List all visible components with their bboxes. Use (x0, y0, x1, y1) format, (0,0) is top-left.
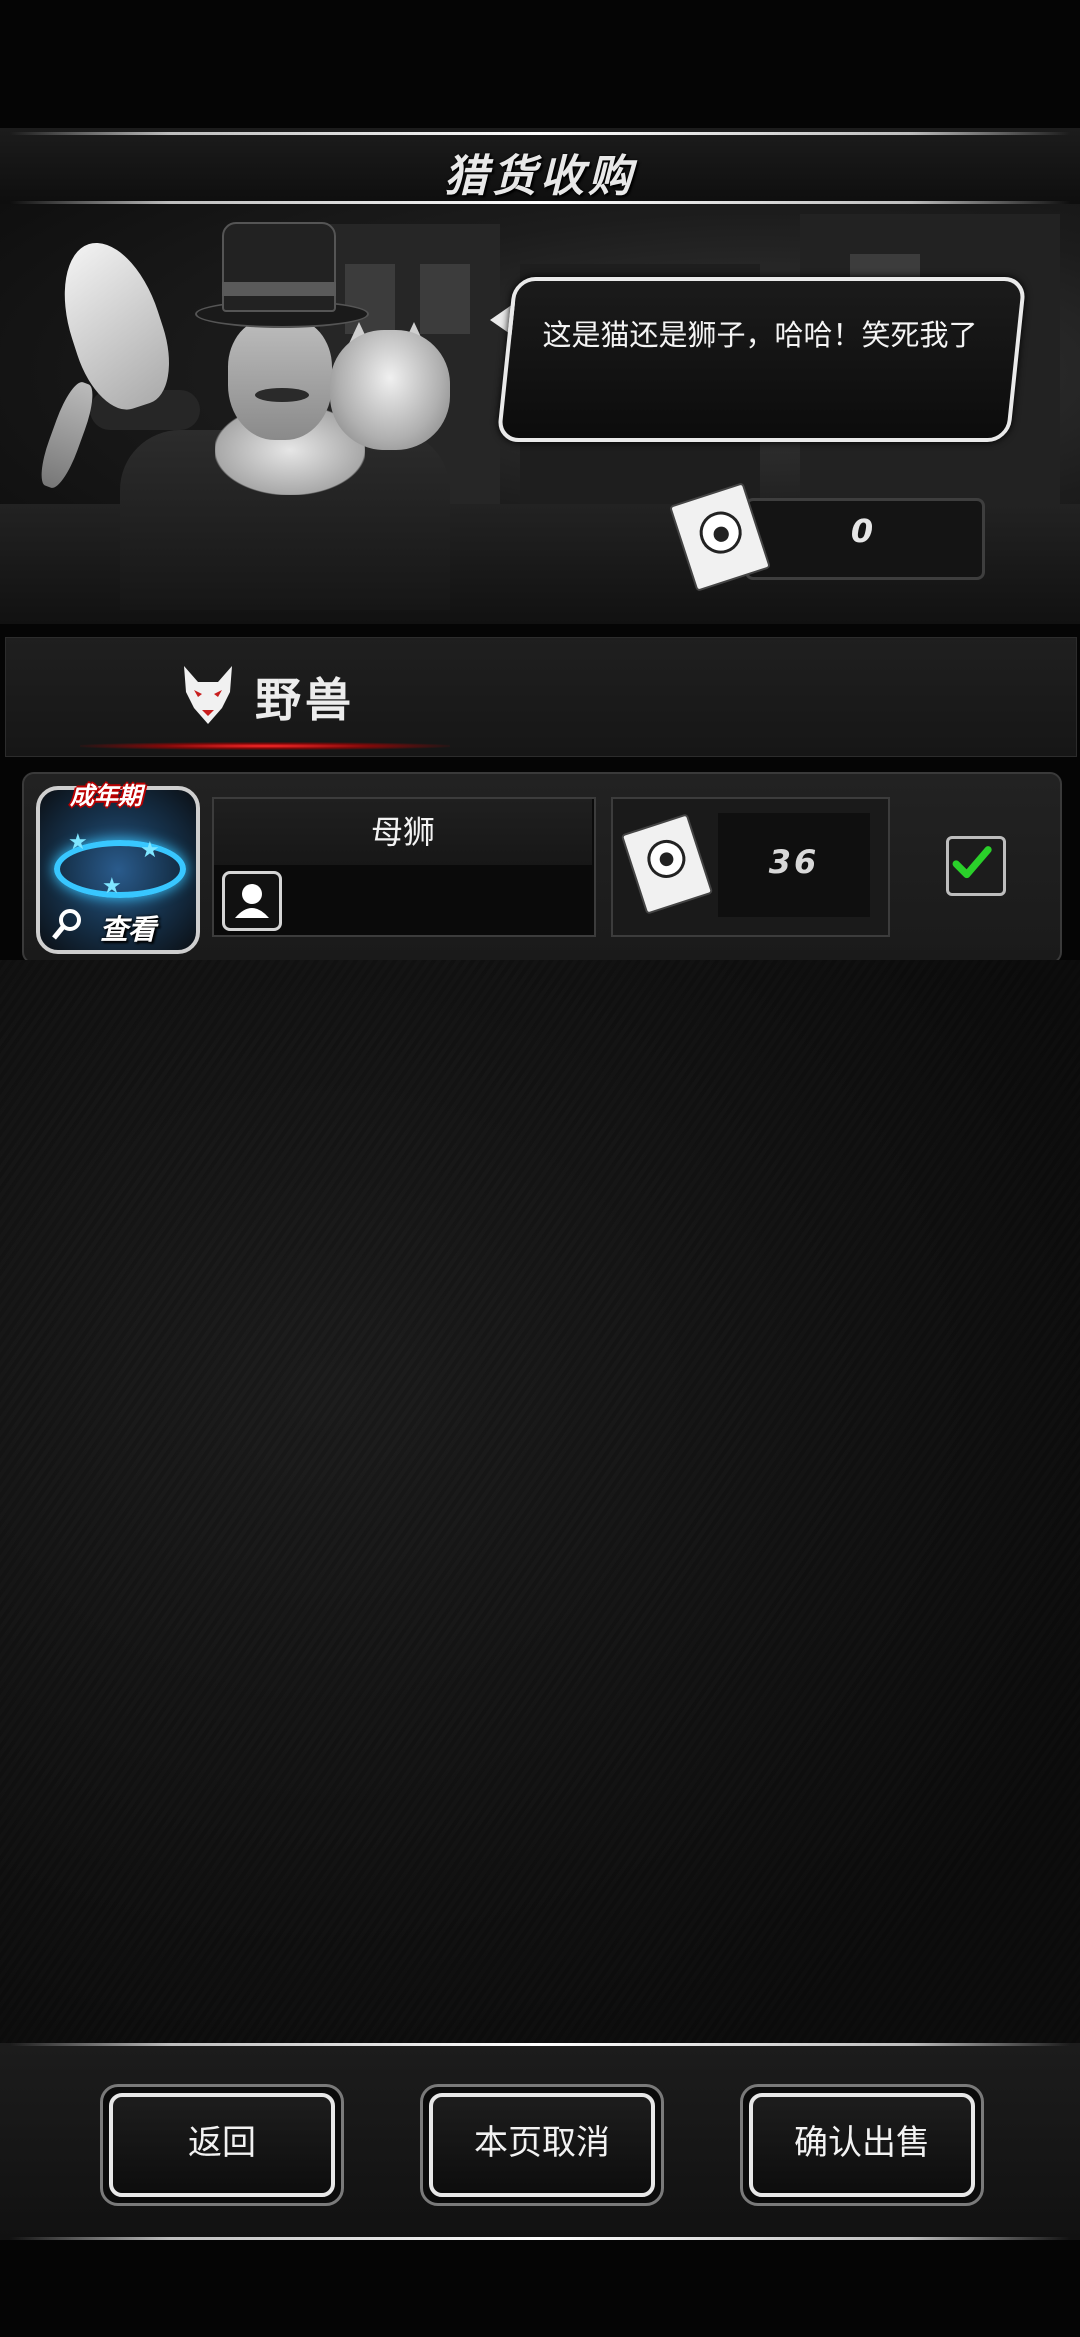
bottom-top-divider (10, 2043, 1070, 2046)
title-bar: 猎货收购 (0, 128, 1080, 204)
back-button-label: 返回 (109, 2093, 335, 2197)
person-icon (222, 871, 282, 931)
confirm-sell-button-label: 确认出售 (749, 2093, 975, 2197)
top-hat (222, 222, 336, 312)
paw-print-icon: ● (642, 834, 691, 883)
cancel-page-button[interactable]: 本页取消 (420, 2084, 664, 2206)
merchant-face (228, 318, 332, 440)
tab-beasts[interactable]: 野兽 (255, 664, 355, 730)
star-icon: ★ (140, 838, 160, 863)
page-title: 猎货收购 (444, 151, 636, 202)
back-button[interactable]: 返回 (100, 2084, 344, 2206)
magnifier-icon (52, 909, 81, 940)
list-shade (0, 960, 1080, 2043)
confirm-sell-button[interactable]: 确认出售 (740, 2084, 984, 2206)
growth-stage-badge: 成年期 (70, 782, 142, 810)
category-tabbar (5, 637, 1077, 757)
speech-text: 这是猫还是狮子，哈哈！笑死我了 (542, 318, 978, 352)
star-icon: ★ (102, 874, 122, 899)
cancel-page-button-label: 本页取消 (429, 2093, 655, 2197)
title-top-divider (10, 132, 1070, 135)
currency-value: 0 (850, 512, 874, 550)
wolf-icon[interactable] (180, 664, 236, 726)
checkmark-icon (952, 846, 992, 879)
price-value: 36 (768, 843, 820, 881)
sell-checkbox[interactable] (946, 836, 1006, 896)
star-icon: ★ (68, 830, 88, 855)
cat-on-shoulder (330, 330, 450, 450)
active-tab-indicator (80, 742, 450, 750)
speech-bubble (496, 277, 1027, 442)
paw-print-icon: ● (694, 506, 748, 560)
merchant-mustache (255, 388, 309, 402)
item-name: 母狮 (214, 799, 592, 865)
view-button[interactable]: 查看 (100, 908, 156, 948)
top-hat-band (222, 282, 336, 296)
bottom-bottom-divider (10, 2237, 1070, 2240)
